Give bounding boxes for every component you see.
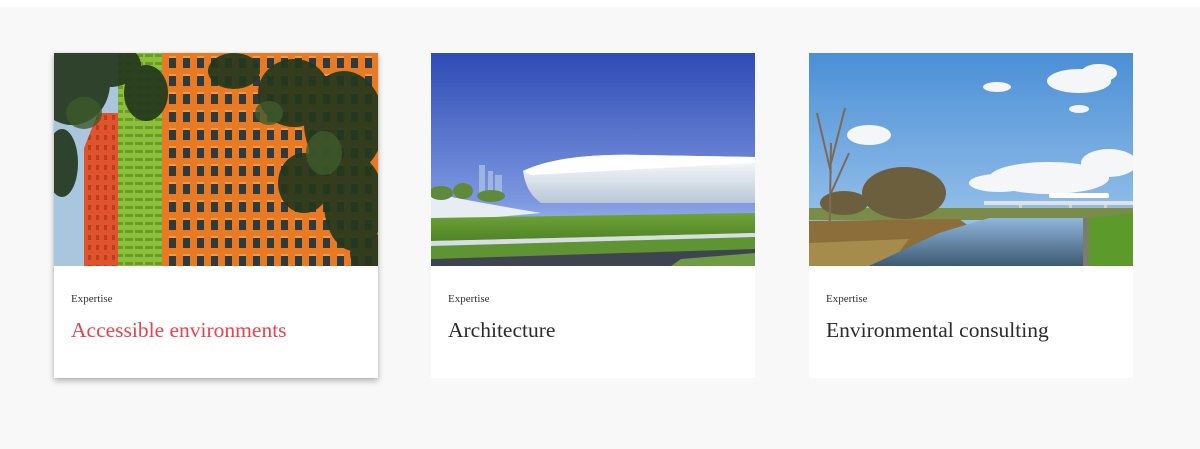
- river-bridge-landscape-photo[interactable]: [809, 53, 1133, 266]
- white-stadium-architecture-photo[interactable]: [431, 53, 755, 266]
- card-title[interactable]: Architecture: [448, 316, 555, 344]
- card-environmental-consulting[interactable]: Expertise Environmental consulting: [809, 53, 1133, 378]
- card-accessible-environments[interactable]: Expertise Accessible environments: [54, 53, 378, 378]
- card-category: Expertise: [71, 293, 113, 305]
- card-title[interactable]: Environmental consulting: [826, 316, 1049, 344]
- card-architecture[interactable]: Expertise Architecture: [431, 53, 755, 378]
- card-title[interactable]: Accessible environments: [71, 316, 287, 344]
- card-category: Expertise: [826, 293, 868, 305]
- top-strip: [0, 0, 1200, 7]
- colorful-office-facade-photo[interactable]: [54, 53, 378, 266]
- card-category: Expertise: [448, 293, 490, 305]
